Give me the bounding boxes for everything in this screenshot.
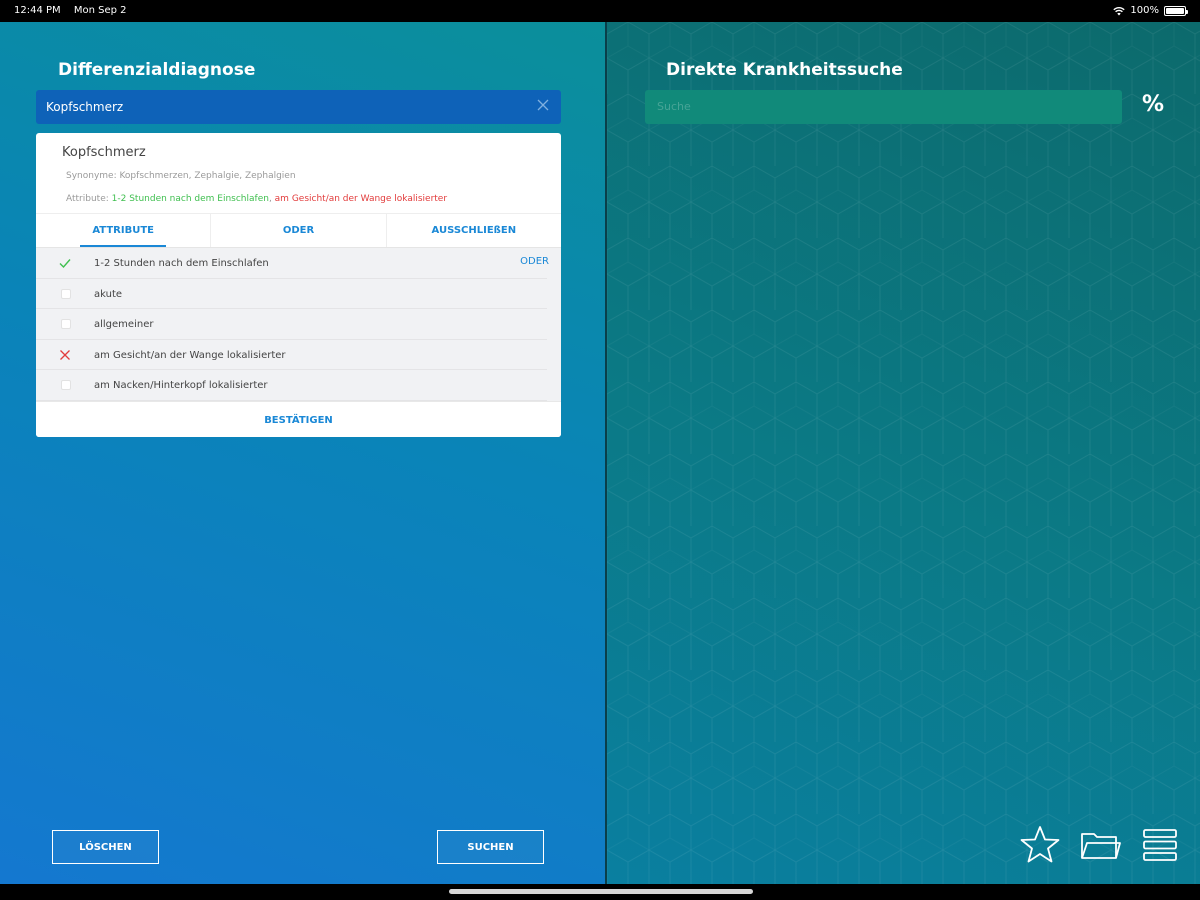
differential-diagnosis-pane: Differenzialdiagnose Kopfschmerz Kopfsch… xyxy=(0,22,605,884)
cross-icon[interactable] xyxy=(58,348,72,362)
list-item-label: am Nacken/Hinterkopf lokalisierter xyxy=(94,380,268,391)
page-title: Differenzialdiagnose xyxy=(58,60,256,80)
list-item-label: 1-2 Stunden nach dem Einschlafen xyxy=(94,258,269,269)
tab-ausschliessen[interactable]: AUSSCHLIEßEN xyxy=(387,214,561,247)
disease-search-placeholder: Suche xyxy=(657,100,691,113)
symptom-search-input[interactable]: Kopfschmerz xyxy=(36,90,561,124)
list-item-label: am Gesicht/an der Wange lokalisierter xyxy=(94,349,286,361)
symptom-search-value: Kopfschmerz xyxy=(46,100,124,114)
attribute-list: 1-2 Stunden nach dem Einschlafen ODER ak… xyxy=(36,247,561,401)
status-time: 12:44 PM xyxy=(14,5,61,16)
tab-attribute[interactable]: ATTRIBUTE xyxy=(36,214,212,247)
check-icon[interactable] xyxy=(58,256,72,270)
list-item[interactable]: 1-2 Stunden nach dem Einschlafen ODER xyxy=(36,248,549,279)
folder-icon[interactable] xyxy=(1079,824,1121,866)
confirm-button[interactable]: BESTÄTIGEN xyxy=(36,401,561,437)
list-item[interactable]: akute xyxy=(36,279,547,309)
tab-oder[interactable]: ODER xyxy=(211,214,387,247)
percent-button[interactable]: % xyxy=(1142,92,1164,117)
status-bar: 12:44 PM Mon Sep 2 100% xyxy=(0,0,1200,22)
menu-icon[interactable] xyxy=(1139,824,1181,866)
disease-search-pane: Direkte Krankheitssuche Suche % xyxy=(607,22,1200,884)
attributes-summary: Attribute: 1-2 Stunden nach dem Einschla… xyxy=(66,194,447,204)
hexagon-background-pattern xyxy=(607,22,1200,884)
search-button[interactable]: SUCHEN xyxy=(437,830,544,864)
checkbox[interactable] xyxy=(61,319,71,329)
wifi-icon xyxy=(1113,6,1126,15)
oder-button[interactable]: ODER xyxy=(520,256,549,267)
checkbox[interactable] xyxy=(61,380,71,390)
bottom-bar xyxy=(0,884,1200,900)
symptom-term: Kopfschmerz xyxy=(62,145,146,160)
close-icon[interactable] xyxy=(535,97,551,113)
list-item-label: allgemeiner xyxy=(94,319,154,330)
attribute-excluded: am Gesicht/an der Wange lokalisierter xyxy=(274,194,448,204)
list-item-label: akute xyxy=(94,288,123,300)
synonyms-text: Synonyme: Kopfschmerzen, Zephalgie, Zeph… xyxy=(66,171,296,181)
list-item[interactable]: allgemeiner xyxy=(36,309,547,340)
status-date: Mon Sep 2 xyxy=(73,5,127,16)
attribute-tabs: ATTRIBUTE ODER AUSSCHLIEßEN xyxy=(36,213,561,247)
disease-search-input[interactable]: Suche xyxy=(645,90,1122,124)
disease-search-title: Direkte Krankheitssuche xyxy=(666,60,903,80)
home-indicator[interactable] xyxy=(449,889,753,894)
checkbox[interactable] xyxy=(61,288,71,299)
symptom-card: Kopfschmerz Synonyme: Kopfschmerzen, Zep… xyxy=(36,133,561,437)
list-item[interactable]: am Nacken/Hinterkopf lokalisierter xyxy=(36,370,547,401)
clear-button[interactable]: LÖSCHEN xyxy=(52,830,159,864)
star-icon[interactable] xyxy=(1019,824,1061,866)
list-item[interactable]: am Gesicht/an der Wange lokalisierter xyxy=(36,340,547,370)
attributes-prefix: Attribute: xyxy=(66,194,112,204)
battery-percent: 100% xyxy=(1130,5,1159,16)
battery-icon xyxy=(1164,5,1188,16)
attribute-included: 1-2 Stunden nach dem Einschlafen xyxy=(111,194,269,204)
